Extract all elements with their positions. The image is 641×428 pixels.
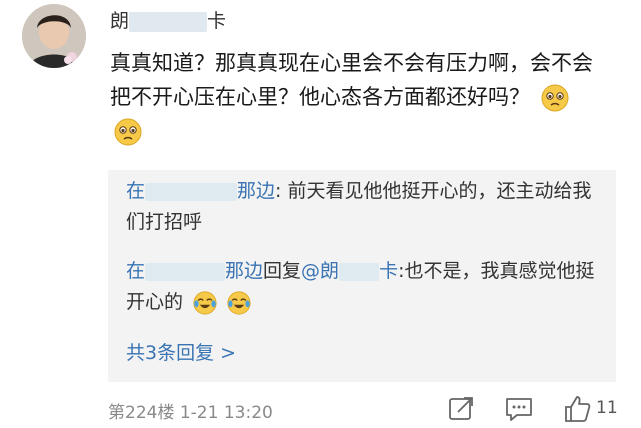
reply-author[interactable]: 在那边 [126,260,263,282]
username-prefix: 朗 [110,10,130,32]
avatar-photo-icon [22,4,86,68]
pleading-face-icon [114,118,142,146]
reply-target[interactable]: @朗卡 [301,260,398,282]
like-count: 11 [596,398,618,418]
tears-of-joy-icon [193,290,217,315]
reply-author[interactable]: 在那边 [126,180,275,202]
comment-text: 真真知道？那真真现在心里会不会有压力啊，会不会把不开心压在心里？他心态各方面都还… [110,46,596,148]
reply-item-1[interactable]: 在那边: 前天看见他他挺开心的，还主动给我们打招呼 [126,176,606,238]
share-icon[interactable] [446,394,476,424]
username-redaction [129,11,208,32]
more-replies-link[interactable]: 共3条回复 > [126,338,236,365]
reply-word: 回复 [263,260,302,282]
like-icon[interactable] [562,394,592,424]
comment-body: 真真知道？那真真现在心里会不会有压力啊，会不会把不开心压在心里？他心态各方面都还… [110,51,593,109]
reply-box: 在那边: 前天看见他他挺开心的，还主动给我们打招呼 在那边回复@朗 卡:也不是，我… [108,170,616,382]
username-suffix: 卡 [207,10,227,32]
username[interactable]: 朗卡 [110,6,226,33]
comment-icon[interactable] [504,394,534,424]
pleading-face-icon [541,84,569,112]
comment-meta: 第224楼 1-21 13:20 [108,403,273,423]
reply-item-2[interactable]: 在那边回复@朗 卡:也不是，我真感觉他挺开心的 [126,256,606,318]
tears-of-joy-icon [227,290,251,315]
avatar[interactable] [22,4,86,68]
